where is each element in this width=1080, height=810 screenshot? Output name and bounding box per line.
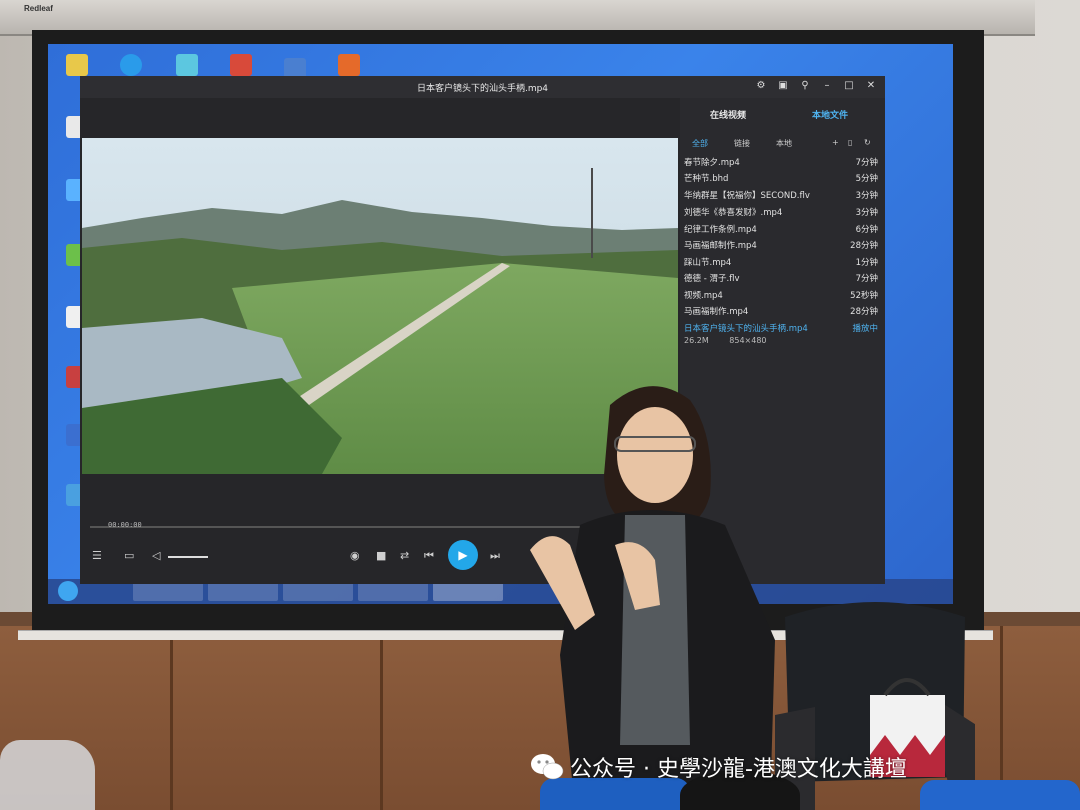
playlist-item-name: 芒种节.bhd — [684, 174, 729, 184]
computer-icon[interactable] — [176, 54, 198, 76]
pin-icon[interactable]: ⚲ — [799, 80, 811, 92]
volume-slider[interactable] — [168, 556, 208, 558]
app-icon[interactable] — [230, 54, 252, 76]
filter-local[interactable]: 本地 — [776, 138, 792, 149]
maximize-icon[interactable]: □ — [843, 80, 855, 92]
file-resolution: 854×480 — [729, 336, 767, 345]
time-readout: 00:00:00 — [108, 521, 142, 529]
file-info: 26.2M 854×480 — [684, 336, 767, 345]
playlist-item[interactable]: 华纳群星【祝福你】SECOND.flv 3分钟 — [684, 187, 880, 203]
playlist-item-duration: 3分钟 — [855, 208, 878, 218]
next-icon[interactable]: ⏭ — [490, 549, 500, 563]
taskbar-item[interactable] — [133, 582, 203, 601]
playlist-item[interactable]: 视频.mp4 52秒钟 — [684, 287, 880, 303]
play-button[interactable]: ▶ — [448, 540, 478, 570]
file-size: 26.2M — [684, 336, 709, 345]
playlist-item-duration: 3分钟 — [855, 191, 878, 201]
filter-links[interactable]: 链接 — [734, 138, 750, 149]
taskbar-item[interactable] — [208, 582, 278, 601]
volume-icon[interactable]: ◁ — [152, 549, 160, 562]
screen-brand: Redleaf — [24, 4, 53, 13]
playlist-item-name: 踩山节.mp4 — [684, 258, 732, 268]
playlist-item-name: 马画福制作.mp4 — [684, 307, 749, 317]
refresh-icon[interactable]: ↻ — [864, 138, 871, 147]
taskbar-item[interactable] — [283, 582, 353, 601]
playlist-item-duration: 6分钟 — [855, 225, 878, 235]
speaker — [530, 386, 775, 810]
playlist-item-duration: 28分钟 — [850, 307, 878, 317]
playlist-item-name: 德德 - 渭子.flv — [684, 274, 740, 284]
playlist-item-duration: 5分钟 — [855, 174, 878, 184]
minimize-icon[interactable]: – — [821, 80, 833, 92]
playlist-item[interactable]: 马画福制作.mp4 28分钟 — [684, 303, 880, 319]
screenshot-icon[interactable]: ◉ — [350, 549, 360, 562]
playlist-item-name: 日本客户镜头下的汕头手柄.mp4 — [684, 324, 808, 334]
close-icon[interactable]: ✕ — [865, 80, 877, 92]
playlist-item-active[interactable]: 日本客户镜头下的汕头手柄.mp4 播放中 — [684, 320, 880, 336]
playlist-item[interactable]: 芒种节.bhd 5分钟 — [684, 170, 880, 186]
playlist-icon[interactable]: ☰ — [92, 549, 102, 562]
file-icon[interactable]: ▯ — [848, 138, 852, 147]
watermark: 公众号 · 史學沙龍-港澳文化大講壇 — [530, 750, 907, 784]
playlist-item-duration: 1分钟 — [855, 258, 878, 268]
settings-icon[interactable]: ⚙ — [755, 80, 767, 92]
panel-seam — [380, 625, 383, 810]
playlist-item-name: 视频.mp4 — [684, 291, 723, 301]
add-icon[interactable]: + — [832, 138, 839, 147]
player-titlebar: 日本客户镜头下的汕头手柄.mp4 ⚙ ▣ ⚲ – □ ✕ — [80, 76, 885, 98]
playlist-item[interactable]: 刘德华《恭喜发财》.mp4 3分钟 — [684, 204, 880, 220]
playlist-item[interactable]: 纪律工作条例.mp4 6分钟 — [684, 221, 880, 237]
tab-online-video[interactable]: 在线视频 — [710, 108, 746, 121]
panel-seam — [170, 625, 173, 810]
playlist-item[interactable]: 马画福邮制作.mp4 28分钟 — [684, 237, 880, 253]
desktop-folder-icon[interactable] — [66, 54, 88, 76]
playlist-item-duration: 28分钟 — [850, 241, 878, 251]
playlist-item[interactable]: 踩山节.mp4 1分钟 — [684, 254, 880, 270]
filter-all[interactable]: 全部 — [692, 138, 708, 149]
foreground-seat — [920, 780, 1080, 810]
plastic-bag — [0, 740, 95, 810]
playlist-item[interactable]: 德德 - 渭子.flv 7分钟 — [684, 270, 880, 286]
taskbar-item[interactable] — [433, 582, 503, 601]
playlist-item-duration: 播放中 — [852, 324, 878, 334]
box-icon[interactable]: ▣ — [777, 80, 789, 92]
playlist-item-name: 华纳群星【祝福你】SECOND.flv — [684, 191, 810, 201]
previous-icon[interactable]: ⏮ — [424, 549, 434, 563]
playlist-item-duration: 52秒钟 — [850, 291, 878, 301]
playlist-item[interactable]: 春节除夕.mp4 7分钟 — [684, 154, 880, 170]
taskbar-item[interactable] — [358, 582, 428, 601]
folder-icon[interactable]: ▭ — [124, 549, 134, 562]
playlist-item-name: 刘德华《恭喜发财》.mp4 — [684, 208, 783, 218]
playlist-item-name: 纪律工作条例.mp4 — [684, 225, 757, 235]
pdf-icon[interactable] — [338, 54, 360, 76]
tab-local-files[interactable]: 本地文件 — [812, 108, 848, 121]
watermark-text: 公众号 · 史學沙龍-港澳文化大講壇 — [570, 757, 907, 782]
playlist-item-duration: 7分钟 — [855, 274, 878, 284]
shuffle-icon[interactable]: ⇄ — [400, 549, 409, 562]
playlist-item-name: 春节除夕.mp4 — [684, 158, 740, 168]
ie-icon[interactable] — [120, 54, 142, 76]
stop-icon[interactable]: ■ — [376, 549, 386, 562]
wechat-icon — [531, 754, 564, 780]
playlist-item-name: 马画福邮制作.mp4 — [684, 241, 757, 251]
playlist-item-duration: 7分钟 — [855, 158, 878, 168]
start-button[interactable] — [58, 581, 78, 601]
